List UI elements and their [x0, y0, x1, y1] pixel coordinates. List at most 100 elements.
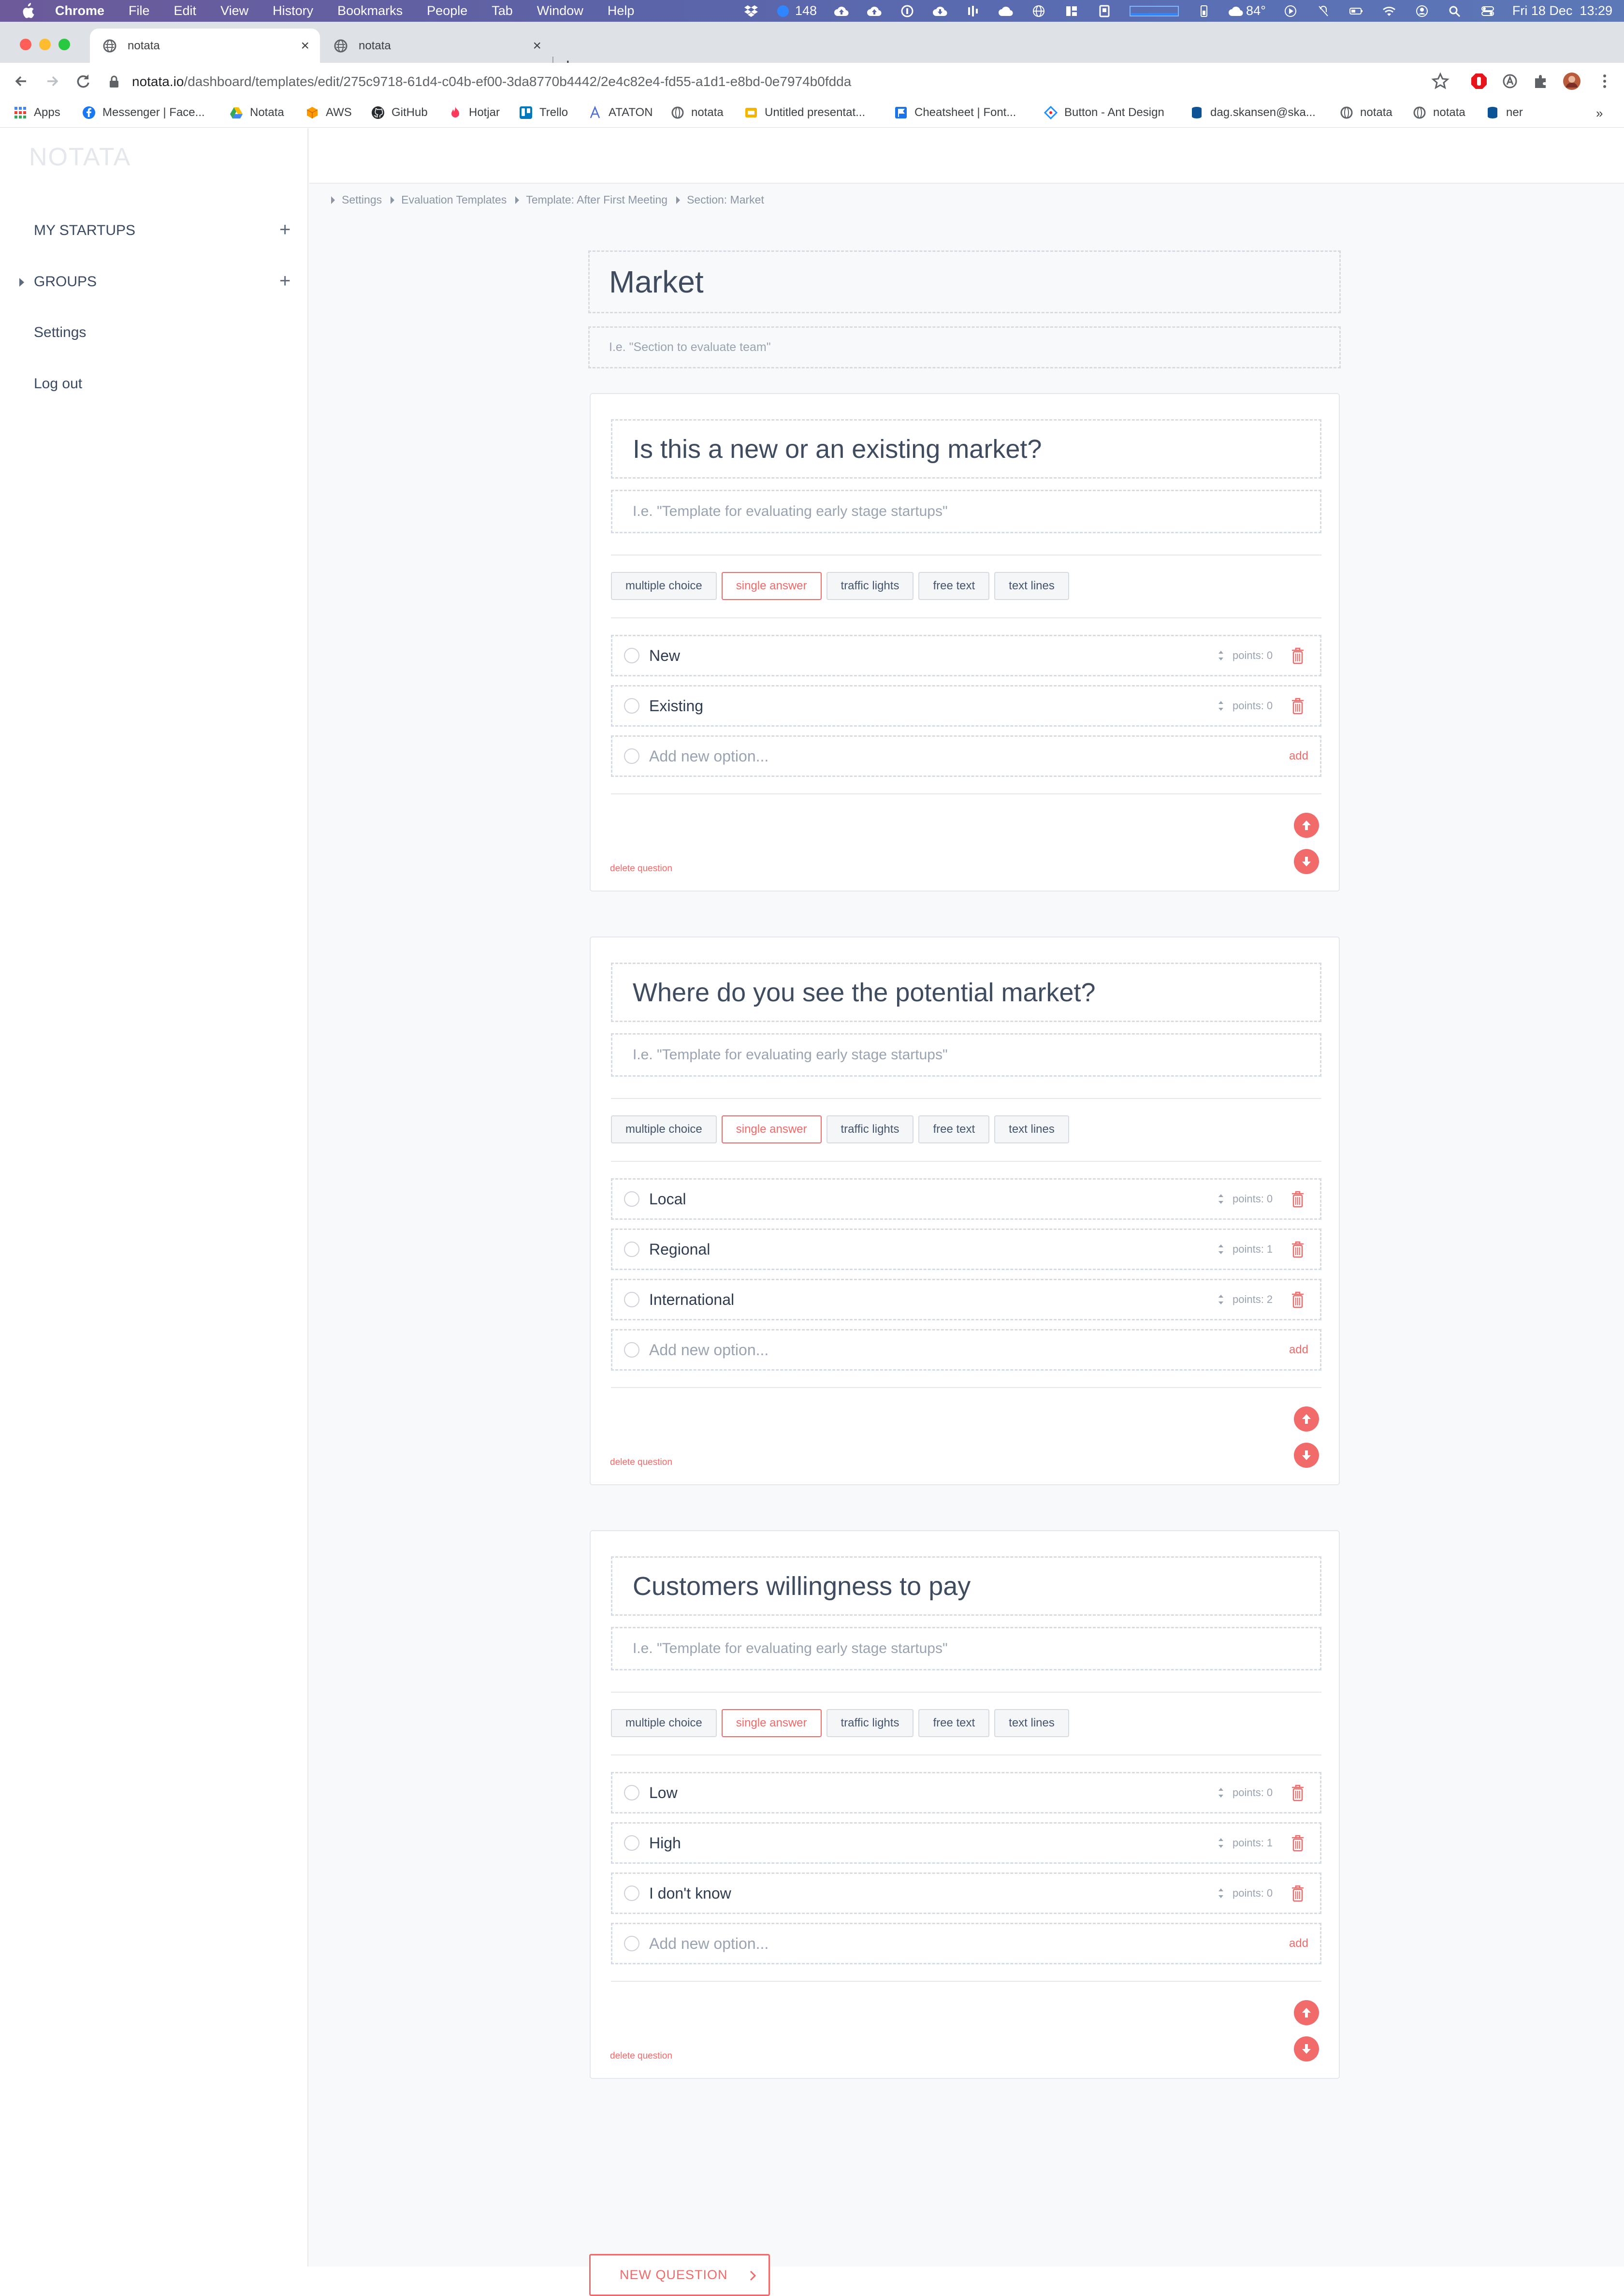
points-stepper-icon[interactable] — [1218, 699, 1224, 713]
control-center-icon[interactable] — [1479, 4, 1496, 18]
weather-widget[interactable]: 84° — [1229, 3, 1266, 18]
delete-question-link[interactable]: delete question — [610, 863, 672, 874]
delete-question-link[interactable]: delete question — [610, 2051, 672, 2062]
add-option-row[interactable]: Add new option... add — [611, 1923, 1321, 1964]
bookmark-star-icon[interactable] — [1431, 72, 1450, 91]
bookmark-apps[interactable]: Apps — [14, 106, 60, 119]
cloud-upload-icon[interactable] — [833, 4, 850, 18]
option-points[interactable]: points: 1 — [1232, 1837, 1273, 1849]
trash-icon[interactable] — [1290, 1884, 1305, 1902]
delete-question-link[interactable]: delete question — [610, 1457, 672, 1468]
add-option-row[interactable]: Add new option... add — [611, 1329, 1321, 1371]
option-radio[interactable] — [624, 1292, 639, 1307]
add-option-input[interactable]: Add new option... — [649, 1935, 768, 1953]
expand-groups-caret-icon[interactable] — [19, 278, 24, 287]
answer-option-row[interactable]: Existing points: 0 — [611, 685, 1321, 727]
window-zoom-button[interactable] — [58, 39, 70, 50]
bookmark-messenger[interactable]: Messenger | Face... — [82, 106, 205, 119]
type-free-text-button[interactable]: free text — [918, 572, 990, 600]
bookmark-dag-skansen[interactable]: dag.skansen@ska... — [1190, 106, 1316, 119]
bookmark-notata-3[interactable]: notata — [1413, 106, 1465, 119]
browser-tab-active[interactable]: notata × — [90, 29, 320, 63]
option-label[interactable]: Regional — [649, 1241, 710, 1258]
bookmark-notata-2[interactable]: notata — [1340, 106, 1392, 119]
type-traffic-lights-button[interactable]: traffic lights — [826, 572, 914, 600]
type-text-lines-button[interactable]: text lines — [994, 1115, 1069, 1143]
cloud-sync-icon[interactable] — [866, 4, 883, 18]
puzzle-extensions-icon[interactable] — [1531, 72, 1551, 91]
menu-tab[interactable]: Tab — [492, 3, 513, 18]
points-stepper-icon[interactable] — [1218, 1292, 1224, 1307]
points-stepper-icon[interactable] — [1218, 1785, 1224, 1800]
option-points[interactable]: points: 0 — [1232, 1193, 1273, 1205]
adblock-extension-icon[interactable] — [1469, 72, 1489, 91]
reload-icon[interactable] — [73, 72, 93, 91]
globe-status-icon[interactable] — [1030, 4, 1047, 18]
address-bar[interactable]: notata.io/dashboard/templates/edit/275c9… — [109, 67, 1429, 96]
back-arrow-icon[interactable] — [12, 72, 31, 91]
answer-option-row[interactable]: International points: 2 — [611, 1279, 1321, 1320]
new-question-button[interactable]: NEW QUESTION — [589, 2254, 770, 2296]
points-stepper-icon[interactable] — [1218, 1886, 1224, 1901]
menu-view[interactable]: View — [220, 3, 248, 18]
question-title-input[interactable]: Is this a new or an existing market? — [611, 419, 1321, 479]
option-radio[interactable] — [624, 1191, 639, 1207]
bookmark-aws[interactable]: AWS — [305, 106, 352, 119]
answer-option-row[interactable]: New points: 0 — [611, 635, 1321, 676]
type-multiple-choice-button[interactable]: multiple choice — [611, 572, 717, 600]
more-menu-icon[interactable] — [1595, 72, 1614, 91]
menu-app-name[interactable]: Chrome — [55, 3, 104, 18]
bookmark-ant-design[interactable]: Button - Ant Design — [1044, 106, 1164, 119]
window-minimize-button[interactable] — [39, 39, 51, 50]
points-stepper-icon[interactable] — [1218, 1836, 1224, 1850]
question-description-input[interactable]: I.e. "Template for evaluating early stag… — [611, 1627, 1321, 1670]
cloud-icon[interactable] — [998, 4, 1014, 18]
extension-a-icon[interactable] — [1500, 72, 1520, 91]
window-close-button[interactable] — [20, 39, 31, 50]
move-question-down-button[interactable] — [1294, 1443, 1319, 1468]
do-not-disturb-icon[interactable] — [1315, 4, 1332, 18]
audio-meter-icon[interactable] — [965, 4, 981, 18]
profile-avatar[interactable] — [1562, 72, 1581, 91]
window-layout-icon[interactable] — [1063, 4, 1080, 18]
menu-help[interactable]: Help — [608, 3, 635, 18]
option-radio[interactable] — [624, 1835, 639, 1851]
menu-bookmarks[interactable]: Bookmarks — [337, 3, 403, 18]
move-question-down-button[interactable] — [1294, 2036, 1319, 2062]
option-points[interactable]: points: 0 — [1232, 1786, 1273, 1799]
notata-logo[interactable]: NOTATA — [29, 143, 131, 172]
type-single-answer-button[interactable]: single answer — [721, 1115, 822, 1143]
move-question-up-button[interactable] — [1294, 813, 1319, 838]
option-radio[interactable] — [624, 648, 639, 663]
menu-file[interactable]: File — [129, 3, 150, 18]
trash-icon[interactable] — [1290, 1834, 1305, 1852]
type-traffic-lights-button[interactable]: traffic lights — [826, 1115, 914, 1143]
bookmarks-overflow-button[interactable]: » — [1596, 106, 1603, 121]
section-description-input[interactable]: I.e. "Section to evaluate team" — [588, 326, 1341, 368]
option-points[interactable]: points: 0 — [1232, 649, 1273, 662]
sidebar-item-settings[interactable]: Settings — [34, 324, 86, 341]
answer-option-row[interactable]: Low points: 0 — [611, 1772, 1321, 1813]
section-title-input[interactable]: Market — [588, 250, 1341, 313]
option-label[interactable]: International — [649, 1291, 734, 1309]
cloud-download-icon[interactable] — [932, 4, 948, 18]
breadcrumb-template[interactable]: Template: After First Meeting — [515, 193, 667, 206]
menu-edit[interactable]: Edit — [174, 3, 197, 18]
option-radio[interactable] — [624, 1886, 639, 1901]
answer-option-row[interactable]: High points: 1 — [611, 1822, 1321, 1864]
add-startup-plus-icon[interactable]: + — [279, 220, 290, 239]
option-label[interactable]: New — [649, 647, 680, 665]
bookmark-notata[interactable]: notata — [671, 106, 724, 119]
option-label[interactable]: Low — [649, 1784, 678, 1802]
breadcrumb-settings[interactable]: Settings — [331, 193, 382, 206]
type-multiple-choice-button[interactable]: multiple choice — [611, 1115, 717, 1143]
notification-badge[interactable]: 148 — [776, 3, 817, 18]
bookmark-github[interactable]: GitHub — [371, 106, 428, 119]
trash-icon[interactable] — [1290, 1784, 1305, 1802]
forward-arrow-icon[interactable] — [43, 72, 62, 91]
bookmark-trello[interactable]: Trello — [519, 106, 568, 119]
type-multiple-choice-button[interactable]: multiple choice — [611, 1709, 717, 1737]
add-option-button[interactable]: add — [1289, 1343, 1308, 1357]
add-option-input[interactable]: Add new option... — [649, 747, 768, 765]
add-option-button[interactable]: add — [1289, 1937, 1308, 1950]
